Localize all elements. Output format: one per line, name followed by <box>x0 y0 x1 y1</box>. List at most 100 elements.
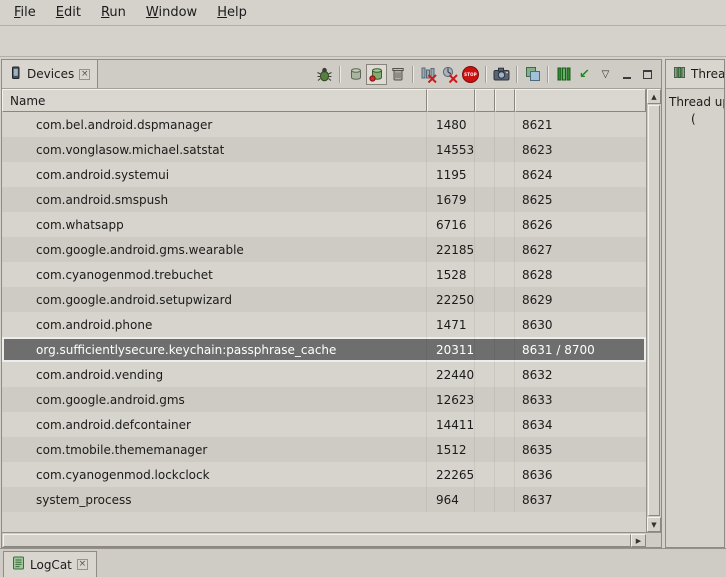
column-header-name[interactable]: Name <box>2 89 427 112</box>
threads-message-line1: Thread up <box>669 94 721 111</box>
cell-sp1 <box>475 437 495 462</box>
debug-icon[interactable] <box>314 64 335 85</box>
menu-help[interactable]: Help <box>207 1 257 24</box>
table-row[interactable]: com.cyanogenmod.lockclock222658636 <box>2 462 646 487</box>
cell-name: com.android.defcontainer <box>2 412 427 437</box>
logcat-tab-label: LogCat <box>30 558 72 572</box>
table-row[interactable]: system_process9648637 <box>2 487 646 512</box>
table-row[interactable]: com.android.phone14718630 <box>2 312 646 337</box>
table-row[interactable]: com.bel.android.dspmanager14808621 <box>2 112 646 137</box>
device-table: Name com.bel.android.dspmanager14808621c… <box>2 89 661 532</box>
cell-port: 8625 <box>515 187 646 212</box>
table-row[interactable]: com.vonglasow.michael.satstat145538623 <box>2 137 646 162</box>
cell-port: 8624 <box>515 162 646 187</box>
cell-name: com.cyanogenmod.lockclock <box>2 462 427 487</box>
cell-sp2 <box>495 437 515 462</box>
table-row[interactable]: com.tmobile.thememanager15128635 <box>2 437 646 462</box>
threads-message-line2: ( <box>669 111 721 128</box>
threads-message: Thread up ( <box>666 89 724 133</box>
cell-port: 8637 <box>515 487 646 512</box>
cell-sp1 <box>475 337 495 362</box>
menu-file[interactable]: File <box>4 1 46 24</box>
dump-hprof-icon[interactable] <box>366 64 387 85</box>
column-header-blank2[interactable] <box>495 89 515 112</box>
cell-sp1 <box>475 387 495 412</box>
devices-toolbar: STOP ↙ ▽ <box>314 60 661 88</box>
cell-sp1 <box>475 362 495 387</box>
table-row[interactable]: org.sufficientlysecure.keychain:passphra… <box>2 337 646 362</box>
menu-edit[interactable]: Edit <box>46 1 91 24</box>
update-threads-icon[interactable] <box>418 64 439 85</box>
cell-sp2 <box>495 262 515 287</box>
table-row[interactable]: com.android.defcontainer14411 8634 <box>2 412 646 437</box>
thread-updates-icon[interactable] <box>553 64 574 85</box>
tab-logcat[interactable]: LogCat × <box>3 551 97 577</box>
capture-view-icon[interactable] <box>522 64 543 85</box>
cell-name: com.android.smspush <box>2 187 427 212</box>
table-row[interactable]: com.android.vending22440 8632 <box>2 362 646 387</box>
application-window: File Edit Run Window Help Devices × <box>0 0 726 577</box>
update-heap-icon[interactable] <box>345 64 366 85</box>
cell-port: 8633 <box>515 387 646 412</box>
cell-name: com.whatsapp <box>2 212 427 237</box>
table-row[interactable]: com.google.android.setupwizard222508629 <box>2 287 646 312</box>
horizontal-scroll-thumb[interactable] <box>3 534 631 547</box>
cell-name: com.google.android.gms <box>2 387 427 412</box>
close-icon[interactable]: × <box>79 69 90 80</box>
tab-threads[interactable]: Threa <box>666 60 724 88</box>
cell-name: com.android.vending <box>2 362 427 387</box>
cell-sp2 <box>495 312 515 337</box>
cell-sp2 <box>495 462 515 487</box>
cell-pid: 1679 <box>427 187 475 212</box>
scroll-right-icon[interactable]: ▶ <box>631 534 646 547</box>
cell-sp2 <box>495 137 515 162</box>
menu-run[interactable]: Run <box>91 1 136 24</box>
cell-sp1 <box>475 312 495 337</box>
column-header-blank1[interactable] <box>475 89 495 112</box>
cell-sp2 <box>495 387 515 412</box>
table-row[interactable]: com.google.android.gms126238633 <box>2 387 646 412</box>
stop-label: STOP <box>462 66 479 83</box>
profiling-arrow-icon[interactable]: ↙ <box>574 64 595 85</box>
cell-port: 8632 <box>515 362 646 387</box>
scroll-up-icon[interactable]: ▲ <box>647 89 661 104</box>
devices-tab-label: Devices <box>27 67 74 81</box>
cause-gc-icon[interactable] <box>387 64 408 85</box>
vertical-scrollbar[interactable]: ▲ ▼ <box>646 89 661 532</box>
toolbar-separator <box>485 66 487 83</box>
threads-tab-icon <box>673 66 686 82</box>
close-icon[interactable]: × <box>77 559 88 570</box>
stop-process-icon[interactable]: STOP <box>460 64 481 85</box>
start-method-profiling-icon[interactable] <box>439 64 460 85</box>
logcat-bar: LogCat × <box>0 548 726 577</box>
cell-port: 8634 <box>515 412 646 437</box>
cell-pid: 1480 <box>427 112 475 137</box>
cell-port: 8626 <box>515 212 646 237</box>
table-header: Name <box>2 89 646 112</box>
cell-pid: 22250 <box>427 287 475 312</box>
column-header-pid[interactable] <box>427 89 475 112</box>
menu-window[interactable]: Window <box>136 1 207 24</box>
cell-pid: 14411 <box>427 412 475 437</box>
cell-sp1 <box>475 137 495 162</box>
scroll-down-icon[interactable]: ▼ <box>647 517 661 532</box>
horizontal-scrollbar[interactable]: ▶ <box>2 532 661 547</box>
column-header-port[interactable] <box>515 89 646 112</box>
cell-port: 8630 <box>515 312 646 337</box>
cell-pid: 22440 <box>427 362 475 387</box>
threads-tab-row: Threa <box>666 60 724 89</box>
table-row[interactable]: com.android.systemui11958624 <box>2 162 646 187</box>
screen-capture-icon[interactable] <box>491 64 512 85</box>
vertical-scroll-thumb[interactable] <box>648 105 660 516</box>
cell-sp1 <box>475 112 495 137</box>
table-row[interactable]: com.google.android.gms.wearable221858627 <box>2 237 646 262</box>
view-menu-icon[interactable]: ▽ <box>595 64 616 85</box>
cell-sp2 <box>495 412 515 437</box>
table-row[interactable]: com.whatsapp67168626 <box>2 212 646 237</box>
minimize-icon[interactable] <box>616 64 637 85</box>
maximize-icon[interactable] <box>637 64 658 85</box>
device-tab-icon <box>9 66 22 83</box>
table-row[interactable]: com.cyanogenmod.trebuchet15288628 <box>2 262 646 287</box>
tab-devices[interactable]: Devices × <box>2 60 98 88</box>
table-row[interactable]: com.android.smspush1679 8625 <box>2 187 646 212</box>
